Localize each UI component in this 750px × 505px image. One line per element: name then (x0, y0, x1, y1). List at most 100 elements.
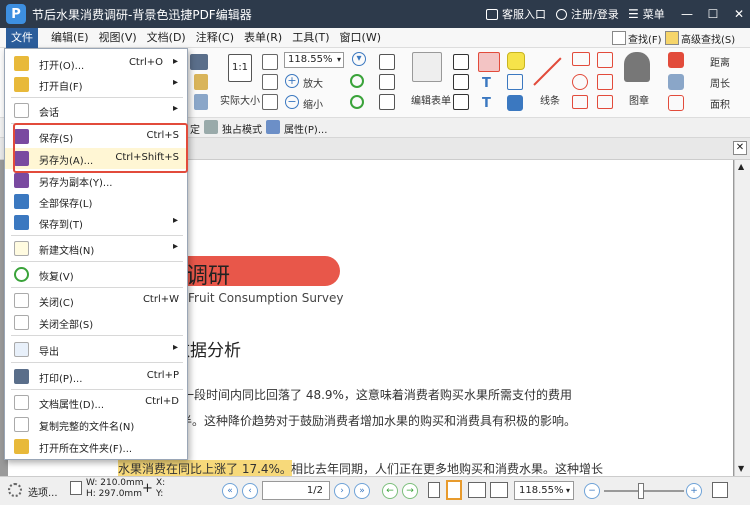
login-button[interactable]: 注册/登录 (556, 0, 619, 28)
back-icon[interactable]: ← (382, 483, 398, 499)
fit-width-icon[interactable] (262, 74, 278, 90)
polyline-icon[interactable] (597, 74, 613, 90)
area-label[interactable]: 面积 (710, 96, 730, 111)
status-zoom-in-icon[interactable]: + (686, 483, 702, 499)
status-zoom-out-icon[interactable]: − (584, 483, 600, 499)
textbox-icon[interactable] (453, 74, 469, 90)
menu-item-open[interactable]: 打开(O)... Ctrl+O ▸ (5, 53, 187, 74)
scroll-up-icon[interactable]: ▲ (738, 162, 744, 171)
find-button[interactable]: 查找(F) (612, 29, 662, 47)
menu-item-revert[interactable]: 恢复(V) (5, 264, 187, 285)
edit-form-label[interactable]: 编辑表单 (411, 92, 451, 107)
rectangle-icon[interactable] (597, 95, 613, 109)
support-button[interactable]: 客服入口 (486, 0, 546, 28)
maximize-icon[interactable]: ☐ (702, 7, 724, 21)
menu-item-session[interactable]: 会话 ▸ (5, 100, 187, 121)
gear-icon[interactable] (8, 483, 22, 497)
attachment-icon[interactable] (507, 74, 523, 90)
polygon-icon[interactable] (597, 52, 613, 68)
distance-icon[interactable] (668, 52, 684, 68)
actual-size-label[interactable]: 实际大小 (220, 92, 260, 107)
underline-icon[interactable]: T (482, 76, 498, 92)
advanced-find-button[interactable]: 高级查找(S) (665, 29, 735, 47)
menu-comment[interactable]: 注释(C) (191, 28, 239, 48)
continuous-facing-icon[interactable] (490, 482, 508, 498)
ellipse-icon[interactable] (572, 74, 588, 90)
menu-tools[interactable]: 工具(T) (287, 28, 334, 48)
fit-page-icon[interactable] (262, 54, 278, 70)
highlight-text-icon[interactable] (478, 52, 500, 72)
zoom-slider-track[interactable] (604, 490, 684, 492)
cloud-icon[interactable] (572, 95, 588, 109)
typewriter-icon[interactable] (453, 54, 469, 70)
area-icon[interactable] (668, 95, 684, 111)
page-number-field[interactable]: 1/2 (262, 481, 330, 500)
menu-item-print[interactable]: 打印(P)... Ctrl+P (5, 366, 187, 387)
menu-item-export[interactable]: 导出 ▸ (5, 339, 187, 360)
zoom-out-icon[interactable]: − (285, 95, 299, 109)
rotate-cw-icon[interactable] (350, 74, 364, 88)
distance-label[interactable]: 距离 (710, 54, 730, 69)
exclusive-mode-button[interactable]: 独占模式 (222, 121, 262, 136)
facing-page-icon[interactable] (468, 482, 486, 498)
stamp-icon[interactable] (624, 52, 650, 82)
scroll-down-icon[interactable]: ▼ (738, 464, 744, 473)
single-page-icon[interactable] (428, 482, 440, 498)
fit-visible-icon[interactable] (262, 94, 278, 110)
minimize-icon[interactable]: — (676, 7, 698, 21)
edit-form-icon[interactable] (412, 52, 442, 82)
status-zoom-select[interactable]: 118.55% ▾ (514, 481, 574, 500)
image-tool-icon[interactable] (379, 94, 395, 110)
stamp-label[interactable]: 图章 (629, 92, 649, 107)
vertical-scrollbar[interactable]: ▲ ▼ (734, 160, 750, 476)
strikeout-icon[interactable]: T (482, 96, 498, 112)
menu-item-save-to[interactable]: 保存到(T) ▸ (5, 212, 187, 233)
forward-icon[interactable]: → (402, 483, 418, 499)
menu-item-open-from[interactable]: 打开自(F) ▸ (5, 74, 187, 95)
next-page-icon[interactable]: › (334, 483, 350, 499)
menu-item-save-copy[interactable]: 另存为副本(Y)... (5, 170, 187, 191)
copy-icon[interactable] (194, 94, 208, 110)
arrow-tool-icon[interactable] (572, 52, 590, 66)
note-icon[interactable] (507, 52, 525, 70)
line-label[interactable]: 线条 (540, 92, 560, 107)
menu-item-open-folder[interactable]: 打开所在文件夹(F)... (5, 436, 187, 457)
zoom-out-label[interactable]: 缩小 (303, 96, 323, 111)
continuous-page-icon[interactable] (446, 480, 462, 500)
actual-size-icon[interactable]: 1:1 (228, 54, 252, 82)
last-page-icon[interactable]: » (354, 483, 370, 499)
first-page-icon[interactable]: « (222, 483, 238, 499)
line-icon[interactable] (533, 57, 562, 86)
menu-item-close[interactable]: 关闭(C) Ctrl+W (5, 290, 187, 311)
menu-view[interactable]: 视图(V) (94, 28, 142, 48)
menu-item-new-document[interactable]: 新建文档(N) ▸ (5, 238, 187, 259)
prev-page-icon[interactable]: ‹ (242, 483, 258, 499)
menu-item-close-all[interactable]: 关闭全部(S) (5, 312, 187, 333)
menu-button[interactable]: ☰ 菜单 (628, 0, 665, 28)
menu-form[interactable]: 表单(R) (239, 28, 287, 48)
camera-icon[interactable] (190, 54, 208, 70)
close-tab-icon[interactable]: ✕ (733, 141, 747, 155)
text-tool-icon[interactable] (379, 54, 395, 70)
properties-button[interactable]: 属性(P)... (284, 121, 327, 136)
rotate-down-icon[interactable]: ▾ (352, 52, 366, 66)
options-button[interactable]: 选项... (28, 484, 58, 499)
menu-item-save-all[interactable]: 全部保存(L) (5, 191, 187, 212)
zoom-in-label[interactable]: 放大 (303, 75, 323, 90)
zoom-in-icon[interactable]: + (285, 74, 299, 88)
zoom-select[interactable]: 118.55% ▾ (284, 52, 344, 68)
eraser-icon[interactable] (668, 74, 684, 90)
menu-file[interactable]: 文件 (6, 27, 38, 48)
menu-document[interactable]: 文档(D) (142, 28, 191, 48)
callout-icon[interactable] (453, 94, 469, 110)
menu-window[interactable]: 窗口(W) (335, 28, 386, 48)
menu-item-copy-filename[interactable]: 复制完整的文件名(N) (5, 414, 187, 435)
menu-item-document-properties[interactable]: 文档属性(D)... Ctrl+D (5, 392, 187, 413)
fullscreen-icon[interactable] (712, 482, 728, 498)
zoom-slider-handle[interactable] (638, 483, 644, 499)
close-icon[interactable]: ✕ (728, 7, 750, 21)
rotate-ccw-icon[interactable] (350, 95, 364, 109)
menu-edit[interactable]: 编辑(E) (46, 28, 94, 48)
text-field-icon[interactable] (379, 74, 395, 90)
perimeter-label[interactable]: 周长 (710, 75, 730, 90)
